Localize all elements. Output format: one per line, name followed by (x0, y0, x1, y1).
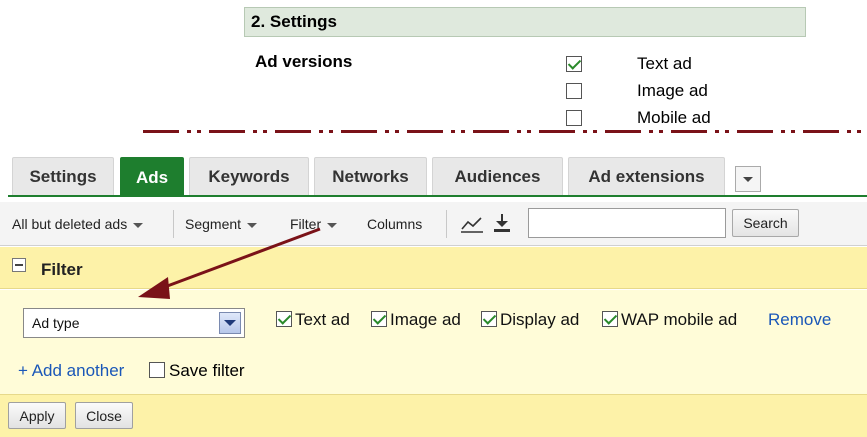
tab-settings[interactable]: Settings (12, 157, 114, 195)
filter-criteria-select[interactable]: Ad type (23, 308, 245, 338)
display-ad-label: Display ad (500, 310, 580, 329)
download-icon[interactable] (492, 212, 512, 234)
chevron-down-icon (224, 320, 236, 326)
ad-type-option-wap-mobile-ad[interactable]: WAP mobile ad (602, 310, 737, 330)
tab-ad-extensions[interactable]: Ad extensions (568, 157, 725, 195)
filter-panel-title: Filter (41, 260, 83, 279)
chevron-down-icon (327, 222, 338, 228)
filter-panel-header (0, 247, 867, 289)
filter-label: Filter (290, 216, 322, 232)
segment-label: Segment (185, 216, 242, 232)
save-filter-checkbox[interactable] (149, 362, 165, 378)
image-ad-label: Image ad (390, 310, 461, 329)
chevron-down-icon (133, 222, 144, 228)
tab-keywords[interactable]: Keywords (189, 157, 309, 195)
ad-type-option-text-ad[interactable]: Text ad (276, 310, 350, 330)
columns-button[interactable]: Columns (367, 216, 422, 232)
ad-type-option-image-ad[interactable]: Image ad (371, 310, 461, 330)
text-ad-version-checkbox[interactable] (566, 56, 582, 72)
filter-panel-body (0, 290, 867, 394)
segment-dropdown[interactable]: Segment (185, 216, 258, 232)
toolbar-divider (173, 210, 174, 238)
tab-ads[interactable]: Ads (120, 157, 184, 197)
ad-type-option-display-ad[interactable]: Display ad (481, 310, 579, 330)
tab-underline (8, 195, 867, 197)
tab-networks[interactable]: Networks (314, 157, 427, 195)
text-ad-version-label: Text ad (637, 54, 692, 73)
section-separator (143, 130, 867, 133)
filter-criteria-value: Ad type (32, 315, 80, 331)
graph-icon[interactable] (460, 214, 484, 234)
image-ad-version-checkbox[interactable] (566, 83, 582, 99)
wap-mobile-ad-label: WAP mobile ad (621, 310, 738, 329)
text-ad-label: Text ad (295, 310, 350, 329)
text-ad-checkbox[interactable] (276, 311, 292, 327)
add-another-link[interactable]: + Add another (18, 361, 124, 381)
wap-mobile-ad-checkbox[interactable] (602, 311, 618, 327)
collapse-icon[interactable] (12, 258, 26, 272)
apply-button[interactable]: Apply (8, 402, 66, 429)
tab-audiences[interactable]: Audiences (432, 157, 563, 195)
settings-section-header: 2. Settings (244, 7, 806, 37)
filter-dropdown[interactable]: Filter (290, 216, 338, 232)
save-filter-label: Save filter (169, 361, 245, 380)
ad-versions-label: Ad versions (255, 52, 353, 71)
search-input[interactable] (528, 208, 726, 238)
display-ad-checkbox[interactable] (481, 311, 497, 327)
more-tabs-dropdown[interactable] (735, 166, 761, 192)
close-button[interactable]: Close (75, 402, 133, 429)
mobile-ad-version-label: Mobile ad (637, 108, 711, 127)
search-button[interactable]: Search (732, 209, 799, 237)
remove-filter-link[interactable]: Remove (768, 310, 831, 330)
chevron-down-icon (743, 176, 753, 182)
chevron-down-icon (247, 222, 258, 228)
toolbar-divider (446, 210, 447, 238)
mobile-ad-version-checkbox[interactable] (566, 110, 582, 126)
save-filter-option[interactable]: Save filter (149, 361, 245, 381)
view-filter-label: All but deleted ads (12, 216, 128, 232)
view-filter-dropdown[interactable]: All but deleted ads (12, 216, 144, 232)
image-ad-version-label: Image ad (637, 81, 708, 100)
select-dropdown-button[interactable] (219, 312, 241, 334)
image-ad-checkbox[interactable] (371, 311, 387, 327)
